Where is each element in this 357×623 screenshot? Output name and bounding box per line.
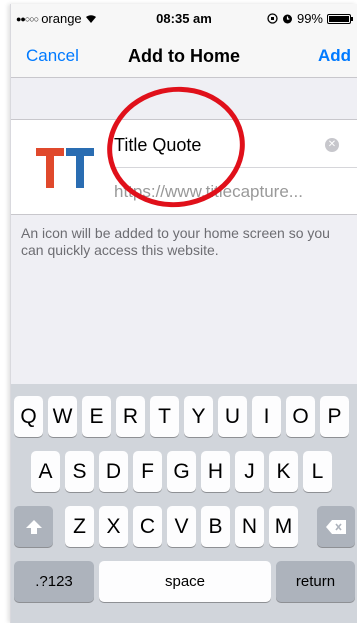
site-icon [36, 148, 94, 188]
key-f[interactable]: F [133, 451, 162, 492]
delete-key[interactable] [317, 506, 355, 547]
bookmark-card: Title Quote ✕ https://www.titlecapture..… [11, 119, 357, 215]
space-key[interactable]: space [99, 561, 271, 602]
battery-fill [329, 15, 349, 22]
add-to-home-screen: ●●○○○ orange 08:35 am 99% Cancel Add to … [10, 4, 357, 623]
key-d[interactable]: D [99, 451, 128, 492]
key-x[interactable]: X [99, 506, 128, 547]
key-i[interactable]: I [252, 396, 281, 437]
key-u[interactable]: U [218, 396, 247, 437]
key-k[interactable]: K [269, 451, 298, 492]
key-l[interactable]: L [303, 451, 332, 492]
return-key[interactable]: return [276, 561, 355, 602]
battery-icon [327, 13, 353, 24]
add-button[interactable]: Add [318, 46, 351, 66]
hint-text: An icon will be added to your home scree… [21, 225, 330, 258]
key-j[interactable]: J [235, 451, 264, 492]
status-right-group: 99% [267, 11, 353, 26]
clear-text-icon[interactable]: ✕ [325, 138, 339, 152]
key-b[interactable]: B [201, 506, 230, 547]
battery-percent: 99% [296, 11, 323, 26]
key-y[interactable]: Y [184, 396, 213, 437]
status-bar: ●●○○○ orange 08:35 am 99% [11, 4, 357, 32]
key-z[interactable]: Z [65, 506, 94, 547]
shift-key[interactable] [14, 506, 53, 547]
cancel-button[interactable]: Cancel [26, 46, 79, 66]
key-g[interactable]: G [167, 451, 196, 492]
shift-icon [25, 519, 42, 534]
key-r[interactable]: R [116, 396, 145, 437]
key-o[interactable]: O [286, 396, 315, 437]
delete-icon [326, 519, 346, 534]
orientation-lock-icon [267, 13, 278, 24]
title-field[interactable]: Title Quote ✕ [114, 120, 357, 168]
key-a[interactable]: A [31, 451, 60, 492]
key-n[interactable]: N [235, 506, 264, 547]
url-label: https://www.titlecapture... [114, 182, 303, 201]
alarm-icon [282, 14, 292, 24]
key-w[interactable]: W [48, 396, 77, 437]
numbers-key[interactable]: .?123 [14, 561, 94, 602]
key-s[interactable]: S [65, 451, 94, 492]
key-e[interactable]: E [82, 396, 111, 437]
key-m[interactable]: M [269, 506, 298, 547]
key-c[interactable]: C [133, 506, 162, 547]
key-v[interactable]: V [167, 506, 196, 547]
key-p[interactable]: P [320, 396, 349, 437]
key-q[interactable]: Q [14, 396, 43, 437]
title-input[interactable]: Title Quote [114, 135, 201, 156]
keyboard: Q W E R T Y U I O P A S D F G H J K L Z … [11, 384, 357, 623]
navigation-bar: Cancel Add to Home Add [11, 32, 357, 78]
key-t[interactable]: T [150, 396, 179, 437]
key-h[interactable]: H [201, 451, 230, 492]
